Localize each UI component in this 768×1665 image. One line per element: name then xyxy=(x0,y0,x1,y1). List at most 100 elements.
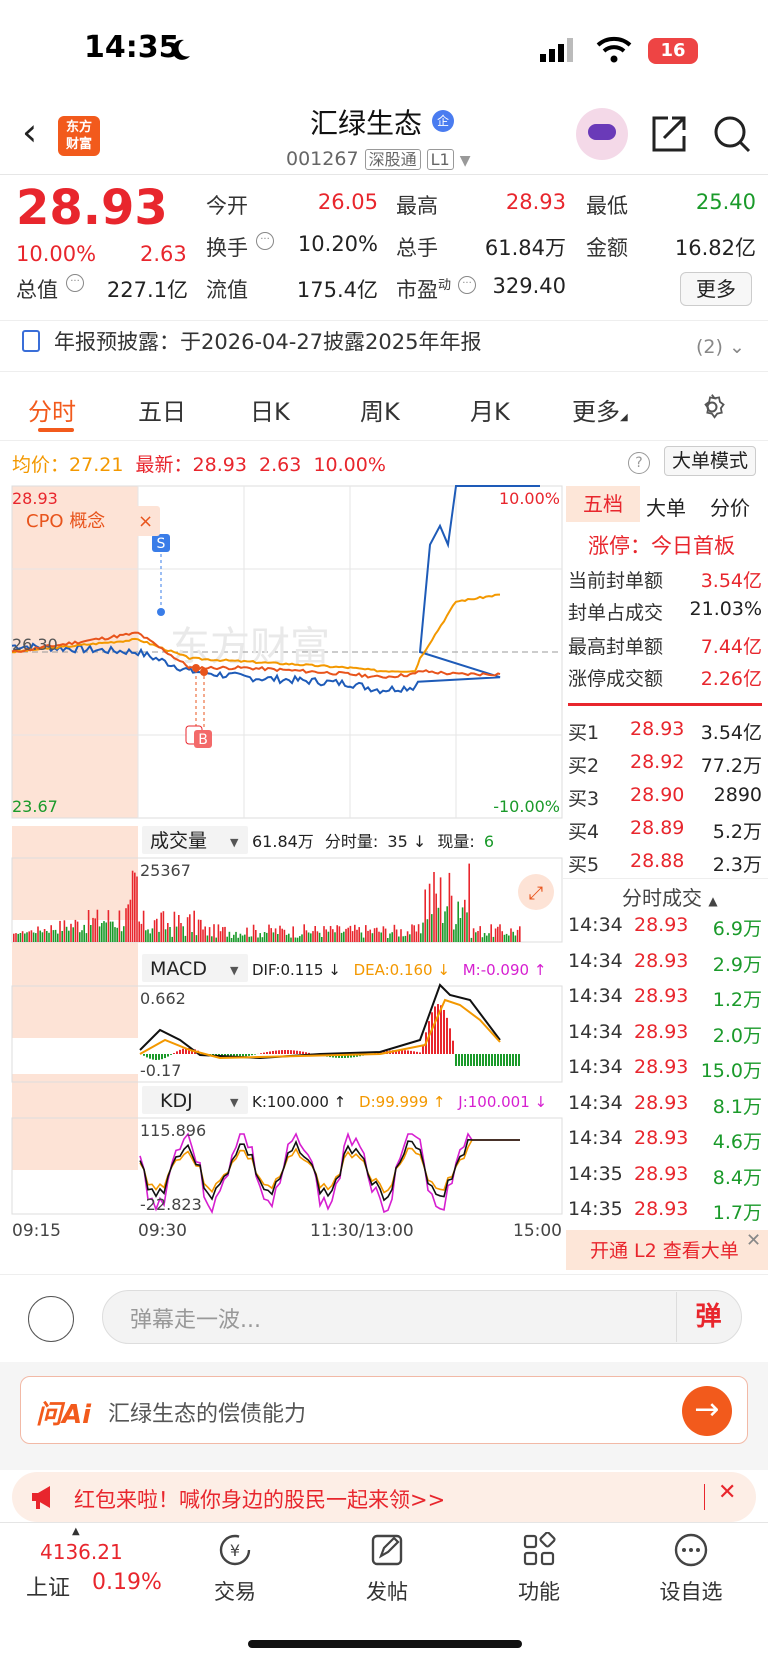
tab-monthly-k[interactable]: 月K xyxy=(470,392,510,427)
gear-icon[interactable] xyxy=(697,392,727,422)
index-name[interactable]: 上证 xyxy=(26,1570,70,1602)
pe-sup: 动 xyxy=(438,278,452,293)
avg-price-row: 均价：27.21 最新：28.93 2.63 10.00% xyxy=(12,450,386,477)
notice-text: 年报预披露：于2026-04-27披露2025年年报 xyxy=(54,330,482,354)
macd-bar xyxy=(506,1054,508,1066)
pre-market-shade xyxy=(12,1074,138,1170)
volume-bar xyxy=(486,935,488,942)
volume-bar xyxy=(417,924,420,942)
volume-bar xyxy=(310,933,312,942)
volume-bar xyxy=(406,931,409,942)
stock-code-row[interactable]: 001267 深股通 L1 ▼ xyxy=(286,146,471,170)
battery-indicator: 16 xyxy=(648,38,698,64)
danmu-settings-icon[interactable] xyxy=(28,1296,74,1342)
wifi-icon xyxy=(596,36,632,63)
tab-intraday[interactable]: 分时 xyxy=(28,392,76,427)
volume-bar xyxy=(415,931,418,942)
volume-bar xyxy=(134,872,136,942)
bid-price: 28.88 xyxy=(630,850,685,872)
volume-bar xyxy=(50,925,52,942)
back-button[interactable]: ‹ xyxy=(22,112,52,152)
more-button[interactable]: 更多 xyxy=(680,272,752,306)
tab-weekly-k[interactable]: 周K xyxy=(360,392,400,427)
macd-dif: DIF:0.115 ↓ xyxy=(252,961,341,979)
volume-bar xyxy=(19,933,22,942)
tick-time: 14:34 xyxy=(568,985,623,1007)
search-icon[interactable] xyxy=(712,114,752,154)
notice-count-text: (2) xyxy=(696,336,723,358)
nav-watchlist[interactable]: 设自选 xyxy=(646,1532,736,1606)
volume-bar xyxy=(191,932,193,942)
mcap-label: 总值 xyxy=(16,278,58,302)
nav-trade[interactable]: ¥ 交易 xyxy=(190,1532,280,1606)
macd-bar xyxy=(152,1054,154,1060)
volume-bar xyxy=(259,933,261,942)
danmu-toggle-button[interactable]: 弹 xyxy=(676,1292,740,1342)
nav-post[interactable]: 发帖 xyxy=(342,1532,432,1606)
max-seal-label: 最高封单额 xyxy=(568,636,664,658)
pe-label: 市盈动 xyxy=(396,274,451,304)
volume-bar xyxy=(193,910,195,942)
tab-big-orders[interactable]: 大单 xyxy=(646,492,686,521)
volume-bar xyxy=(112,921,114,942)
volume-bar xyxy=(195,935,198,942)
tick-title[interactable]: 分时成交 ▲ xyxy=(622,882,718,911)
volume-bar xyxy=(519,926,521,942)
close-icon[interactable]: ✕ xyxy=(718,1480,736,1505)
volume-bar xyxy=(186,917,189,942)
big-order-mode-button[interactable]: 大单模式 xyxy=(664,446,756,476)
volume-bar xyxy=(435,893,437,942)
tab-five-day[interactable]: 五日 xyxy=(138,392,186,427)
share-icon[interactable] xyxy=(648,114,688,154)
volume-bar xyxy=(92,917,94,942)
nav-functions[interactable]: 功能 xyxy=(494,1531,584,1606)
volume-bar xyxy=(118,910,121,942)
tick-volume: 15.0万 xyxy=(700,1060,762,1082)
macd-bar xyxy=(179,1049,181,1054)
tab-five-levels[interactable]: 五档 xyxy=(566,486,640,522)
info-icon[interactable]: ··· xyxy=(458,276,476,294)
volume-bar xyxy=(384,928,387,942)
macd-bar xyxy=(290,1050,292,1054)
status-time: 14:35 xyxy=(84,30,180,65)
volume-bar xyxy=(63,920,66,942)
info-icon[interactable]: ··· xyxy=(66,274,84,292)
volume-bar xyxy=(233,934,235,942)
time-label: 09:30 xyxy=(138,1221,187,1241)
info-icon[interactable]: ··· xyxy=(256,232,274,250)
macd-bar xyxy=(461,1054,463,1066)
volume-bar xyxy=(252,924,255,942)
volume-bar xyxy=(90,925,92,942)
volume-bar xyxy=(453,929,455,942)
macd-bar xyxy=(146,1054,148,1058)
volume-bar xyxy=(479,926,481,942)
volume-bar xyxy=(39,930,41,942)
arrow-right-icon[interactable]: → xyxy=(682,1386,732,1436)
volume-bar xyxy=(140,923,143,942)
volume-bar xyxy=(354,924,356,942)
tab-daily-k[interactable]: 日K xyxy=(250,392,290,427)
intraday-chart[interactable]: 东方财富 S B CPO 概念 × 28.93 26.30 23.67 10.0… xyxy=(0,480,564,1270)
volume-bar xyxy=(105,922,107,942)
latest-value: 28.93 xyxy=(192,454,247,476)
volume-bar xyxy=(241,935,244,942)
volume-bar xyxy=(57,933,59,942)
macd-bar xyxy=(512,1054,514,1066)
index-value[interactable]: 4136.21 xyxy=(40,1540,123,1564)
volume-bar xyxy=(296,937,299,942)
tab-more-label: 更多 xyxy=(572,398,620,426)
help-icon[interactable]: ? xyxy=(628,452,650,474)
close-icon[interactable]: ✕ xyxy=(746,1230,761,1251)
change-amount: 2.63 xyxy=(140,242,187,266)
volume-bar xyxy=(367,930,369,942)
home-indicator xyxy=(248,1640,522,1648)
seal-ratio-label: 封单占成交 xyxy=(568,602,664,624)
tab-price-dist[interactable]: 分价 xyxy=(710,492,750,521)
volume-bar xyxy=(400,929,402,942)
volume-bar xyxy=(268,924,270,942)
macd-bar xyxy=(497,1054,499,1066)
index-pct[interactable]: 0.19% xyxy=(92,1570,162,1595)
tab-more[interactable]: 更多◢ xyxy=(572,392,628,427)
volume-bar xyxy=(488,933,490,942)
volume-bar xyxy=(145,930,147,942)
